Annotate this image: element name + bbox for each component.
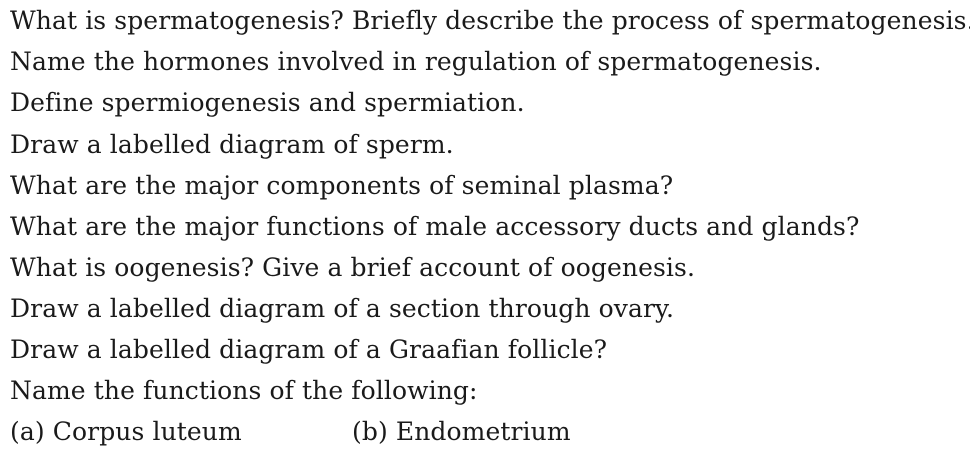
- question-line-7: What is oogenesis? Give a brief account …: [10, 253, 695, 282]
- question-line-5: What are the major components of seminal…: [10, 171, 674, 200]
- question-line-8: Draw a labelled diagram of a section thr…: [10, 294, 674, 323]
- question-line-2: Name the hormones involved in regulation…: [10, 47, 822, 76]
- question-line-9: Draw a labelled diagram of a Graafian fo…: [10, 335, 608, 364]
- options-row: (a) Corpus luteum (b) Endometrium: [10, 417, 965, 447]
- question-line-10: Name the functions of the following:: [10, 376, 478, 405]
- question-line-1: What is spermatogenesis? Briefly describ…: [10, 6, 970, 35]
- option-b: (b) Endometrium: [352, 417, 571, 446]
- option-a: (a) Corpus luteum: [10, 417, 242, 446]
- question-line-3: Define spermiogenesis and spermiation.: [10, 88, 525, 117]
- question-line-4: Draw a labelled diagram of sperm.: [10, 130, 454, 159]
- question-line-6: What are the major functions of male acc…: [10, 212, 860, 241]
